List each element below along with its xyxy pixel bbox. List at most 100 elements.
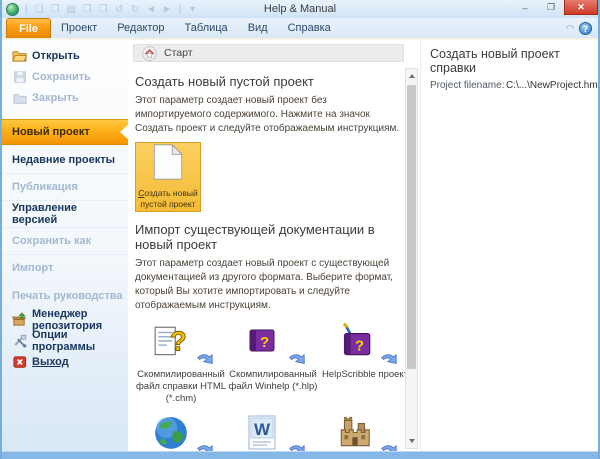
back-icon[interactable]: ◄ xyxy=(145,4,158,15)
helpscribble-icon: ? xyxy=(336,323,374,366)
import-item-label: Скомпилированный файл Winhelp (*.hlp) xyxy=(227,369,319,393)
tab-view[interactable]: Вид xyxy=(238,18,278,38)
tab-editor[interactable]: Редактор xyxy=(107,18,174,38)
import-item-html-text[interactable]: Обычный HTML и текстовые файлы xyxy=(135,414,227,451)
tab-start[interactable]: Старт xyxy=(133,44,404,62)
tile-label: Создать новый пустой проект xyxy=(136,188,200,209)
ribbon-collapse-icon[interactable]: ◠ xyxy=(566,23,574,34)
svg-text:?: ? xyxy=(170,325,187,356)
chevron-down-icon xyxy=(409,439,415,443)
close-file-icon[interactable]: ❒ xyxy=(81,4,94,15)
import-item-documentation-file[interactable]: Файл документации xyxy=(319,414,407,451)
new-file-icon[interactable]: ❏ xyxy=(33,4,46,15)
winhelp-file-icon: ? xyxy=(244,323,282,364)
quick-access-toolbar: | ❏ ❐ ▤ ❒ ❒ ↺ ↻ ◄ ► | ▾ xyxy=(23,4,199,15)
sidebar-item-repository-manager[interactable]: Менеджер репозитория xyxy=(2,309,128,330)
qat-dropdown-icon[interactable]: ▾ xyxy=(186,4,199,15)
import-arrow-icon xyxy=(195,436,224,451)
window-controls: – ❐ ✕ xyxy=(512,0,598,15)
tab-table[interactable]: Таблица xyxy=(175,18,238,38)
minimize-button[interactable]: – xyxy=(512,0,538,15)
open-folder-icon xyxy=(12,48,27,63)
word-document-icon: W xyxy=(244,414,280,451)
close-file-icon xyxy=(12,90,27,105)
divider: | xyxy=(179,4,182,15)
sidebar-item-program-options[interactable]: Опции программы xyxy=(2,330,128,351)
import-item-helpscribble[interactable]: ? HelpScribble проект xyxy=(319,323,407,405)
sidebar-item-import[interactable]: Импорт xyxy=(2,255,128,282)
app-window: | ❏ ❐ ▤ ❒ ❒ ↺ ↻ ◄ ► | ▾ Help & Manual – … xyxy=(0,0,600,459)
sidebar-item-label: Сохранить как xyxy=(12,235,91,247)
import-item-label: Скомпилированный файл справки HTML (*.ch… xyxy=(135,369,227,405)
scrollbar-thumb[interactable] xyxy=(407,85,416,369)
repository-icon xyxy=(12,312,27,327)
tab-file[interactable]: File xyxy=(6,18,51,38)
scroll-up-button[interactable] xyxy=(406,69,417,83)
maximize-button[interactable]: ❐ xyxy=(538,0,564,15)
sidebar-item-label: Публикация xyxy=(12,181,78,193)
sidebar-item-label: Выход xyxy=(32,356,69,368)
options-icon xyxy=(12,333,27,348)
blank-document-icon xyxy=(153,144,183,185)
new-project-panel: Создать новый проект справки Project fil… xyxy=(420,40,600,451)
close-all-icon[interactable]: ❒ xyxy=(97,4,110,15)
start-tab-label: Старт xyxy=(164,47,193,59)
import-item-chm[interactable]: ? Скомпилированный файл справки HTML (*.… xyxy=(135,323,227,405)
import-arrow-icon xyxy=(379,436,407,451)
home-icon xyxy=(142,46,157,61)
start-page-panel: Старт Создать новый пустой проект Этот п… xyxy=(128,40,420,451)
open-file-icon[interactable]: ❐ xyxy=(49,4,62,15)
sidebar-item-label: Сохранить xyxy=(32,71,91,83)
vertical-scrollbar[interactable] xyxy=(405,68,418,449)
help-icon[interactable]: ? xyxy=(579,22,592,35)
import-item-winhelp[interactable]: ? Скомпилированный файл Winhelp (*.hlp) xyxy=(227,323,319,405)
sidebar-item-close[interactable]: Закрыть xyxy=(2,87,128,108)
sidebar-item-publish[interactable]: Публикация xyxy=(2,174,128,201)
file-backstage: Открыть Сохранить Закрыть Новый проект Н… xyxy=(2,40,598,451)
sidebar-item-recent-projects[interactable]: Недавние проекты xyxy=(2,147,128,174)
project-filename-value[interactable]: C:\...\NewProject.hmxz xyxy=(506,80,600,91)
section-body-new-project: Этот параметр создает новый проект без и… xyxy=(135,94,403,136)
svg-text:?: ? xyxy=(260,334,269,351)
sidebar-item-print-manual[interactable]: Печать руководства xyxy=(2,282,128,309)
app-icon[interactable] xyxy=(6,3,19,16)
undo-icon[interactable]: ↺ xyxy=(113,4,126,15)
redo-icon[interactable]: ↻ xyxy=(129,4,142,15)
globe-icon xyxy=(152,414,190,451)
sidebar-item-label: Печать руководства xyxy=(12,290,123,302)
sidebar-item-open[interactable]: Открыть xyxy=(2,45,128,66)
documentation-file-icon xyxy=(336,414,374,451)
sidebar-item-label: Управление версией xyxy=(12,202,124,226)
sidebar-item-label: Закрыть xyxy=(32,92,79,104)
section-title-new-project: Создать новый пустой проект xyxy=(135,74,403,89)
ribbon-tab-row: File Проект Редактор Таблица Вид Справка… xyxy=(2,18,598,40)
section-body-import: Этот параметр создает новый проект с сущ… xyxy=(135,257,403,313)
chevron-up-icon xyxy=(409,74,415,78)
svg-text:W: W xyxy=(254,420,271,439)
sidebar-item-exit[interactable]: Выход xyxy=(2,351,128,372)
exit-icon xyxy=(12,354,27,369)
sidebar-item-save-as[interactable]: Сохранить как xyxy=(2,228,128,255)
sidebar-item-save[interactable]: Сохранить xyxy=(2,66,128,87)
close-button[interactable]: ✕ xyxy=(564,0,598,15)
project-filename-label: Project filename: xyxy=(430,80,506,91)
tab-help[interactable]: Справка xyxy=(278,18,341,38)
title-bar: | ❏ ❐ ▤ ❒ ❒ ↺ ↻ ◄ ► | ▾ Help & Manual – … xyxy=(2,0,598,18)
import-item-rtf-word[interactable]: W RTF-документ, созданный с MS Word xyxy=(227,414,319,451)
window-bottom-border xyxy=(2,451,598,459)
right-panel-title: Создать новый проект справки xyxy=(430,47,600,75)
file-menu-sidebar: Открыть Сохранить Закрыть Новый проект Н… xyxy=(2,40,128,451)
sidebar-item-label: Импорт xyxy=(12,262,53,274)
import-arrow-icon xyxy=(287,436,316,451)
project-filename-row: Project filename: C:\...\NewProject.hmxz xyxy=(430,80,600,91)
tab-project[interactable]: Проект xyxy=(51,18,107,38)
create-new-project-tile[interactable]: Создать новый пустой проект xyxy=(135,142,201,212)
sidebar-item-new-project[interactable]: Новый проект xyxy=(2,119,128,145)
forward-icon[interactable]: ► xyxy=(161,4,174,15)
save-icon[interactable]: ▤ xyxy=(65,4,78,15)
ribbon-right-controls: ◠ ? xyxy=(566,22,598,38)
divider: | xyxy=(25,4,28,15)
sidebar-item-label: Опции программы xyxy=(32,329,124,353)
sidebar-item-version-control[interactable]: Управление версией xyxy=(2,201,128,228)
scroll-down-button[interactable] xyxy=(406,434,417,448)
